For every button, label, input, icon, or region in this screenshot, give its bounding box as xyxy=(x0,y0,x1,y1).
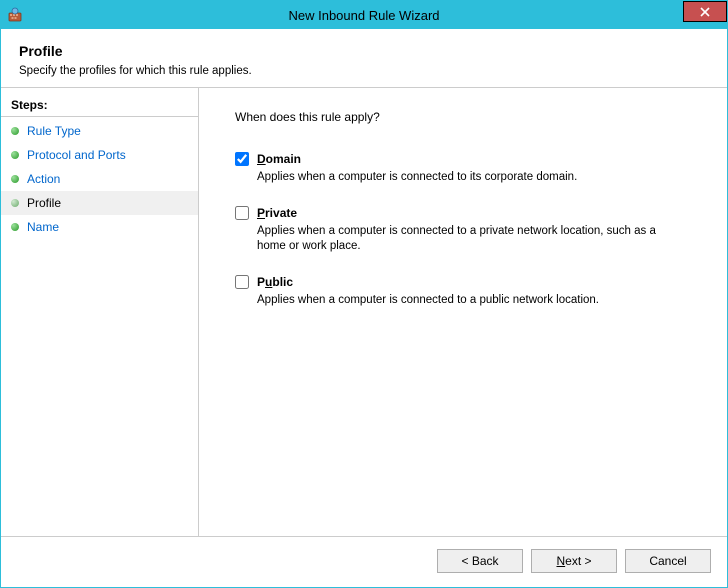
step-protocol-and-ports[interactable]: Protocol and Ports xyxy=(1,143,198,167)
step-bullet-icon xyxy=(11,151,19,159)
step-name[interactable]: Name xyxy=(1,215,198,239)
step-action[interactable]: Action xyxy=(1,167,198,191)
option-domain: Domain Applies when a computer is connec… xyxy=(235,152,697,186)
question-text: When does this rule apply? xyxy=(235,110,697,124)
step-bullet-icon xyxy=(11,175,19,183)
cancel-button[interactable]: Cancel xyxy=(625,549,711,573)
wizard-body: Steps: Rule Type Protocol and Ports Acti… xyxy=(1,87,727,536)
app-icon xyxy=(7,7,23,23)
private-checkbox[interactable] xyxy=(235,206,249,220)
steps-sidebar: Steps: Rule Type Protocol and Ports Acti… xyxy=(1,88,199,536)
private-label[interactable]: Private xyxy=(257,206,297,220)
wizard-header: Profile Specify the profiles for which t… xyxy=(1,29,727,87)
step-bullet-icon xyxy=(11,199,19,207)
titlebar[interactable]: New Inbound Rule Wizard xyxy=(1,1,727,29)
step-rule-type[interactable]: Rule Type xyxy=(1,119,198,143)
step-label: Action xyxy=(27,172,60,186)
step-label: Protocol and Ports xyxy=(27,148,126,162)
public-description: Applies when a computer is connected to … xyxy=(257,293,677,309)
public-checkbox[interactable] xyxy=(235,275,249,289)
close-button[interactable] xyxy=(683,1,727,22)
step-bullet-icon xyxy=(11,223,19,231)
wizard-footer: < Back Next > Cancel xyxy=(1,536,727,587)
window-title: New Inbound Rule Wizard xyxy=(1,8,727,23)
steps-title: Steps: xyxy=(1,94,198,117)
step-profile[interactable]: Profile xyxy=(1,191,198,215)
domain-description: Applies when a computer is connected to … xyxy=(257,170,677,186)
page-title: Profile xyxy=(19,43,709,59)
step-bullet-icon xyxy=(11,127,19,135)
step-label: Name xyxy=(27,220,59,234)
page-subtitle: Specify the profiles for which this rule… xyxy=(19,65,709,77)
next-button[interactable]: Next > xyxy=(531,549,617,573)
wizard-window: New Inbound Rule Wizard Profile Specify … xyxy=(0,0,728,588)
public-label[interactable]: Public xyxy=(257,275,293,289)
private-description: Applies when a computer is connected to … xyxy=(257,224,677,255)
domain-checkbox[interactable] xyxy=(235,152,249,166)
option-private: Private Applies when a computer is conne… xyxy=(235,206,697,255)
content-panel: When does this rule apply? Domain Applie… xyxy=(199,88,727,536)
option-public: Public Applies when a computer is connec… xyxy=(235,275,697,309)
step-label: Profile xyxy=(27,196,61,210)
domain-label[interactable]: Domain xyxy=(257,152,301,166)
step-label: Rule Type xyxy=(27,124,81,138)
back-button[interactable]: < Back xyxy=(437,549,523,573)
